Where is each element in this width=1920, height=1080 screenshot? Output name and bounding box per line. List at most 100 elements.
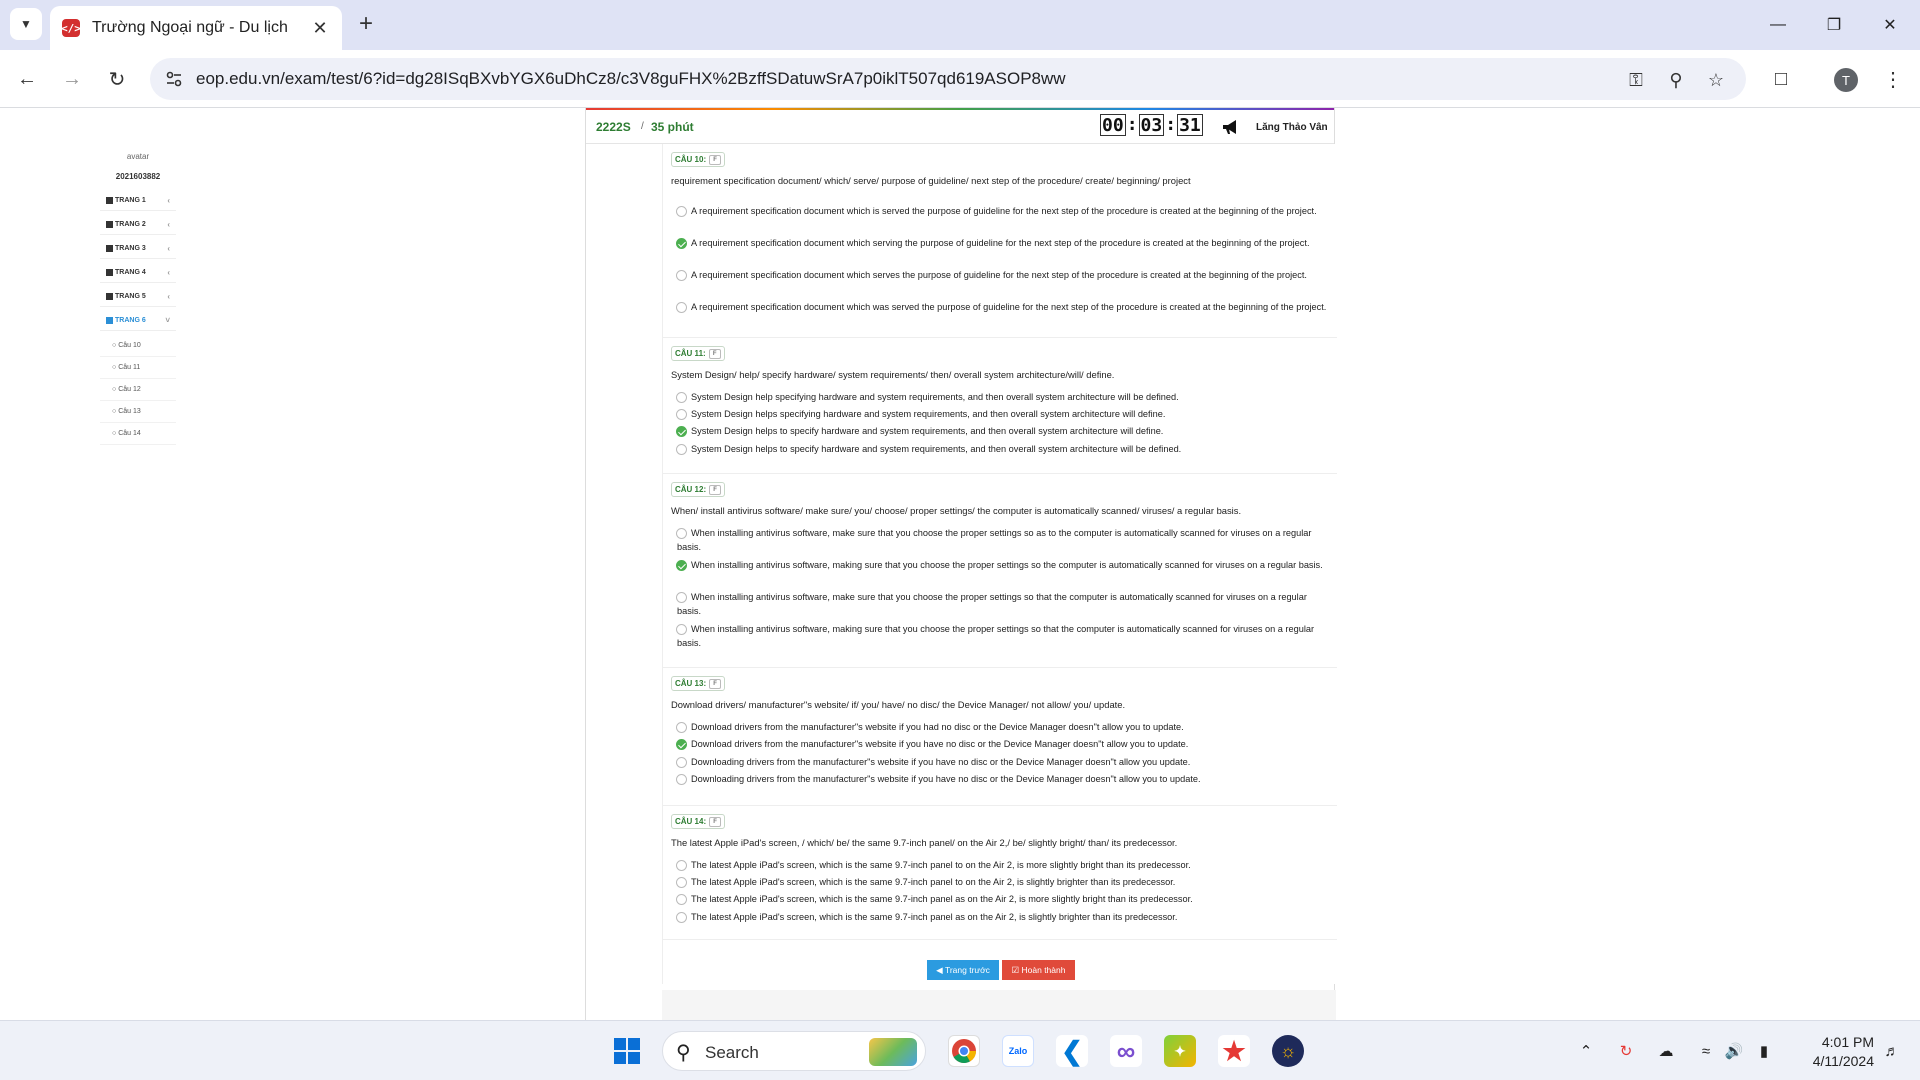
sidebar-page-5[interactable]: TRANG 5 ‹ (100, 287, 176, 307)
sidebar-page-2[interactable]: TRANG 2 ‹ (100, 215, 176, 235)
answer-option[interactable]: When installing antivirus software, maki… (676, 622, 1327, 650)
radio-button[interactable] (676, 392, 687, 403)
volume-icon[interactable]: 🔊 (1722, 1039, 1746, 1063)
snipping-tool-icon[interactable]: ✦ (1164, 1035, 1196, 1067)
sidebar-page-1[interactable]: TRANG 1 ‹ (100, 191, 176, 211)
flag-icon[interactable]: F (709, 484, 722, 495)
chevron-left-icon: ‹ (167, 196, 170, 205)
radio-button[interactable] (676, 894, 687, 905)
back-arrow-icon[interactable]: ← (10, 62, 44, 96)
wifi-icon[interactable]: ≈ (1694, 1039, 1718, 1063)
radio-button[interactable] (676, 528, 687, 539)
visual-studio-icon[interactable]: ∞ (1110, 1035, 1142, 1067)
flag-icon[interactable]: F (709, 678, 722, 689)
radio-button[interactable] (676, 774, 687, 785)
notification-bell-icon[interactable]: ♬ (1880, 1039, 1904, 1063)
radio-button[interactable] (676, 444, 687, 455)
radio-button[interactable] (676, 624, 687, 635)
radio-button[interactable] (676, 409, 687, 420)
star-app-icon[interactable]: ★ (1218, 1035, 1250, 1067)
zalo-icon[interactable]: Zalo (1002, 1035, 1034, 1067)
windows-start-icon[interactable] (611, 1035, 643, 1067)
answer-option[interactable]: Downloading drivers from the manufacture… (676, 772, 1327, 786)
radio-button[interactable] (676, 912, 687, 923)
radio-button[interactable] (676, 757, 687, 768)
answer-option[interactable]: Downloading drivers from the manufacture… (676, 755, 1327, 769)
answer-option[interactable]: System Design helps to specify hardware … (676, 424, 1327, 438)
radio-button[interactable] (676, 722, 687, 733)
answer-option[interactable]: System Design help specifying hardware a… (676, 390, 1327, 404)
radio-button[interactable] (676, 592, 687, 603)
restore-icon[interactable]: ❐ (1806, 0, 1862, 50)
menu-kebab-icon[interactable]: ⋮ (1876, 62, 1910, 96)
site-settings-icon[interactable] (164, 69, 184, 89)
extensions-icon[interactable]: □ (1764, 62, 1798, 96)
radio-checked-icon[interactable] (676, 560, 687, 571)
flag-icon[interactable]: F (709, 154, 722, 165)
answer-option[interactable]: When installing antivirus software, make… (676, 526, 1327, 554)
profile-avatar[interactable]: T (1834, 68, 1858, 92)
reload-icon[interactable]: ↻ (100, 62, 134, 96)
flag-icon[interactable]: F (708, 348, 721, 359)
answer-option[interactable]: A requirement specification document whi… (676, 204, 1327, 218)
battery-icon[interactable]: ▮ (1752, 1039, 1776, 1063)
radio-button[interactable] (676, 302, 687, 313)
answer-option[interactable]: The latest Apple iPad's screen, which is… (676, 892, 1327, 906)
sidebar-page-6[interactable]: TRANG 6 ˅ (100, 311, 176, 331)
radio-checked-icon[interactable] (676, 739, 687, 750)
chrome-icon[interactable] (948, 1035, 980, 1067)
taskbar-search[interactable]: ⚲ Search (662, 1031, 926, 1071)
sidebar-question-link[interactable]: ○ Câu 11 (100, 357, 176, 379)
sync-icon[interactable]: ↻ (1614, 1039, 1638, 1063)
answer-option[interactable]: When installing antivirus software, make… (676, 590, 1327, 618)
minimize-icon[interactable]: — (1750, 0, 1806, 50)
answer-option[interactable]: A requirement specification document whi… (676, 268, 1327, 282)
onedrive-cloud-icon[interactable]: ☁ (1654, 1039, 1678, 1063)
answer-option[interactable]: The latest Apple iPad's screen, which is… (676, 858, 1327, 872)
answer-text: The latest Apple iPad's screen, which is… (691, 860, 1191, 870)
system-clock[interactable]: 4:01 PM 4/11/2024 (1794, 1033, 1874, 1071)
answer-option[interactable]: System Design helps to specify hardware … (676, 442, 1327, 456)
answer-option[interactable]: When installing antivirus software, maki… (676, 558, 1327, 572)
sidebar-question-link[interactable]: ○ Câu 12 (100, 379, 176, 401)
answer-option[interactable]: The latest Apple iPad's screen, which is… (676, 875, 1327, 889)
forward-arrow-icon[interactable]: → (55, 62, 89, 96)
megaphone-icon[interactable] (1221, 118, 1241, 136)
close-window-icon[interactable]: ✕ (1862, 0, 1918, 50)
browser-tab[interactable]: </> Trường Ngoại ngữ - Du lịch ✕ (50, 6, 342, 50)
radio-button[interactable] (676, 206, 687, 217)
previous-page-button[interactable]: ◀ Trang trước (927, 960, 999, 980)
address-bar[interactable]: eop.edu.vn/exam/test/6?id=dg28ISqBXvbYGX… (150, 58, 1746, 100)
answer-option[interactable]: System Design helps specifying hardware … (676, 407, 1327, 421)
sidebar-question-link[interactable]: ○ Câu 13 (100, 401, 176, 423)
radio-checked-icon[interactable] (676, 426, 687, 437)
vscode-icon[interactable]: ❮ (1056, 1035, 1088, 1067)
plus-box-icon (106, 221, 113, 228)
site-favicon-icon: </> (61, 19, 81, 37)
radio-button[interactable] (676, 270, 687, 281)
answer-text: The latest Apple iPad's screen, which is… (691, 912, 1178, 922)
answer-option[interactable]: A requirement specification document whi… (676, 236, 1327, 250)
password-key-icon[interactable]: ⚿ (1624, 68, 1648, 92)
tab-search-button[interactable]: ▼ (10, 8, 42, 40)
new-tab-button[interactable]: + (352, 10, 380, 38)
sidebar-page-3[interactable]: TRANG 3 ‹ (100, 239, 176, 259)
zoom-icon[interactable]: ⚲ (1664, 68, 1688, 92)
sidebar-question-link[interactable]: ○ Câu 14 (100, 423, 176, 445)
radio-button[interactable] (676, 877, 687, 888)
sidebar-page-label: TRANG 5 (115, 293, 146, 300)
eclipse-icon[interactable]: ☼ (1272, 1035, 1304, 1067)
tray-chevron-up-icon[interactable]: ⌃ (1574, 1039, 1598, 1063)
sidebar-question-link[interactable]: ○ Câu 10 (100, 335, 176, 357)
answer-option[interactable]: Download drivers from the manufacturer"s… (676, 720, 1327, 734)
bookmark-star-icon[interactable]: ☆ (1704, 68, 1728, 92)
radio-checked-icon[interactable] (676, 238, 687, 249)
close-tab-icon[interactable]: ✕ (310, 18, 330, 38)
sidebar-page-4[interactable]: TRANG 4 ‹ (100, 263, 176, 283)
finish-button[interactable]: ☑ Hoàn thành (1002, 960, 1075, 980)
radio-button[interactable] (676, 860, 687, 871)
flag-icon[interactable]: F (709, 816, 722, 827)
answer-option[interactable]: A requirement specification document whi… (676, 300, 1327, 314)
answer-option[interactable]: Download drivers from the manufacturer"s… (676, 737, 1327, 751)
answer-option[interactable]: The latest Apple iPad's screen, which is… (676, 910, 1327, 924)
